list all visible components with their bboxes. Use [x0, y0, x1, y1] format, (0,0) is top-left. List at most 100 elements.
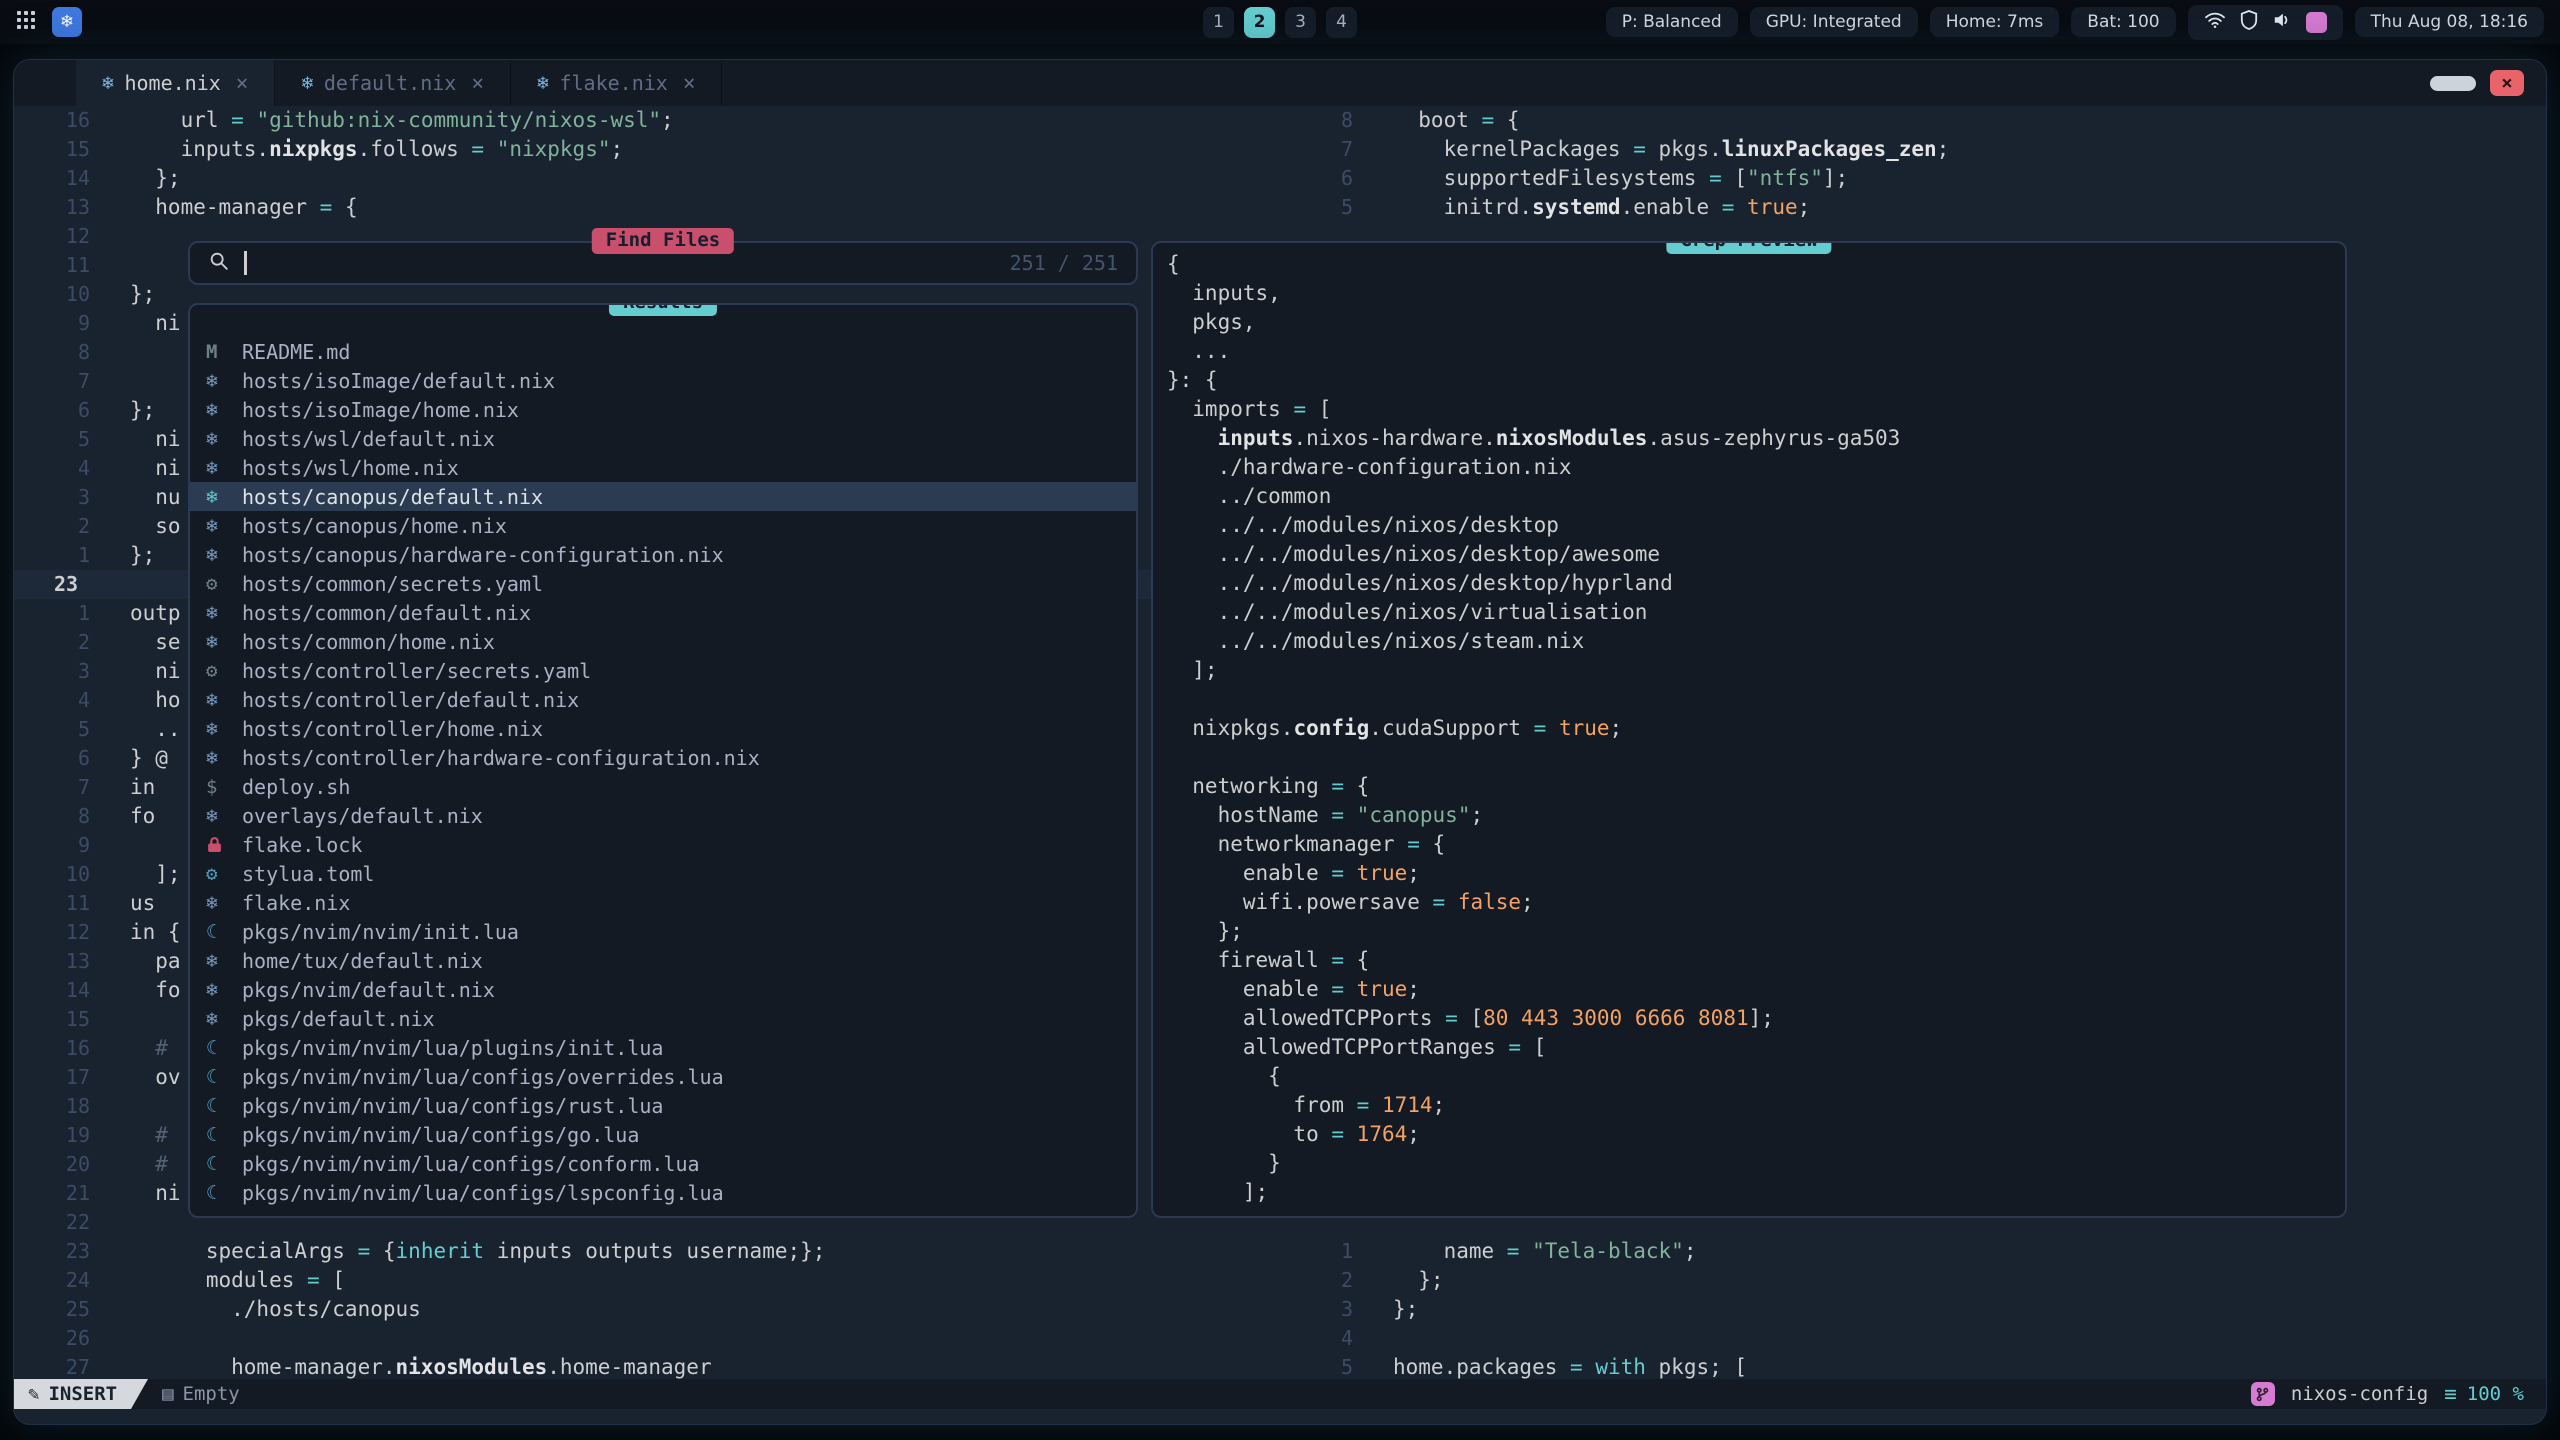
window-close-button[interactable]: × — [2490, 70, 2524, 96]
result-item[interactable]: ❄hosts/controller/default.nix — [190, 685, 1136, 714]
tab-flake.nix[interactable]: ❄flake.nix× — [511, 60, 722, 106]
result-label: hosts/canopus/default.nix — [242, 485, 543, 509]
lua-icon: ☾ — [206, 921, 242, 943]
code-line: 1 name = "Tela-black"; — [1277, 1237, 2542, 1266]
code-line: enable = true; — [1167, 975, 2345, 1004]
code-line — [1167, 685, 2345, 714]
result-item[interactable]: ❄hosts/controller/hardware-configuration… — [190, 743, 1136, 772]
text-cursor — [244, 251, 247, 275]
result-item[interactable]: MREADME.md — [190, 337, 1136, 366]
code-line: 27 home-manager.nixosModules.home-manage… — [14, 1353, 1164, 1379]
code-line: 7 kernelPackages = pkgs.linuxPackages_ze… — [1277, 135, 2542, 164]
battery-module: Bat: 100 — [2071, 7, 2175, 37]
result-item[interactable]: ❄pkgs/nvim/default.nix — [190, 975, 1136, 1004]
result-item[interactable]: ❄flake.nix — [190, 888, 1136, 917]
result-item[interactable]: ☾pkgs/nvim/nvim/lua/configs/go.lua — [190, 1120, 1136, 1149]
code-line: 26 — [14, 1324, 1164, 1353]
result-item[interactable]: ☾pkgs/nvim/nvim/init.lua — [190, 917, 1136, 946]
result-item[interactable]: ☾pkgs/nvim/nvim/lua/configs/conform.lua — [190, 1149, 1136, 1178]
result-item[interactable]: ❄hosts/isoImage/default.nix — [190, 366, 1136, 395]
code-line: enable = true; — [1167, 859, 2345, 888]
toml-icon: ⚙ — [206, 863, 242, 885]
nix-icon: ❄ — [206, 457, 242, 479]
workspace-2[interactable]: 2 — [1244, 7, 1275, 38]
code-line: 5 initrd.systemd.enable = true; — [1277, 193, 2542, 222]
nix-icon: ❄ — [206, 950, 242, 972]
code-line: }; — [1167, 917, 2345, 946]
nix-icon: ❄ — [206, 689, 242, 711]
result-item[interactable]: ❄hosts/common/home.nix — [190, 627, 1136, 656]
code-line: 5home.packages = with pkgs; [ — [1277, 1353, 2542, 1382]
repo-name[interactable]: nixos-config — [2291, 1383, 2428, 1405]
nix-icon: ❄ — [206, 747, 242, 769]
nixos-logo-icon[interactable]: ❄ — [52, 7, 82, 37]
app-tray-icon[interactable] — [2306, 12, 2327, 33]
volume-icon[interactable] — [2272, 11, 2292, 34]
mode-label: INSERT — [48, 1383, 117, 1405]
result-label: pkgs/nvim/nvim/lua/configs/go.lua — [242, 1123, 639, 1147]
workspace-3[interactable]: 3 — [1285, 7, 1316, 38]
result-item[interactable]: ❄hosts/isoImage/home.nix — [190, 395, 1136, 424]
code-line: ]; — [1167, 1178, 2345, 1207]
result-item[interactable]: ❄hosts/common/default.nix — [190, 598, 1136, 627]
result-item[interactable]: ☾pkgs/nvim/nvim/lua/plugins/init.lua — [190, 1033, 1136, 1062]
result-item[interactable]: ❄home/tux/default.nix — [190, 946, 1136, 975]
tab-close-icon[interactable]: × — [683, 71, 696, 95]
window-minimize-button[interactable] — [2430, 76, 2476, 91]
result-label: pkgs/nvim/nvim/lua/configs/overrides.lua — [242, 1065, 724, 1089]
tab-label: flake.nix — [559, 71, 667, 95]
result-item[interactable]: ⚙hosts/common/secrets.yaml — [190, 569, 1136, 598]
result-item[interactable]: ☾pkgs/nvim/nvim/lua/configs/overrides.lu… — [190, 1062, 1136, 1091]
result-label: pkgs/nvim/nvim/init.lua — [242, 920, 519, 944]
code-line: 2 }; — [1277, 1266, 2542, 1295]
code-line: pkgs, — [1167, 308, 2345, 337]
editor-pane-right-bottom[interactable]: 1 name = "Tela-black";2 };3};45home.pack… — [1277, 1237, 2542, 1383]
result-label: hosts/controller/hardware-configuration.… — [242, 746, 760, 770]
result-label: stylua.toml — [242, 862, 374, 886]
find-files-input[interactable]: Find Files 251 / 251 — [188, 241, 1138, 285]
grep-preview-title: Grep Preview — [1666, 241, 1831, 254]
result-item[interactable]: ❄pkgs/default.nix — [190, 1004, 1136, 1033]
result-item[interactable]: ☾pkgs/nvim/nvim/lua/configs/lspconfig.lu… — [190, 1178, 1136, 1207]
tab-close-icon[interactable]: × — [471, 71, 484, 95]
workspace-1[interactable]: 1 — [1203, 7, 1234, 38]
result-item[interactable]: ❄hosts/canopus/hardware-configuration.ni… — [190, 540, 1136, 569]
nix-icon: ❄ — [206, 515, 242, 537]
result-label: pkgs/nvim/nvim/lua/configs/conform.lua — [242, 1152, 700, 1176]
result-item[interactable]: ❄hosts/controller/home.nix — [190, 714, 1136, 743]
tab-close-icon[interactable]: × — [236, 71, 249, 95]
result-item[interactable]: ⚙hosts/controller/secrets.yaml — [190, 656, 1136, 685]
code-line: inputs, — [1167, 279, 2345, 308]
find-files-title: Find Files — [592, 228, 734, 254]
nix-icon: ❄ — [102, 72, 113, 94]
buffer-icon: ▤ — [162, 1383, 173, 1405]
tab-default.nix[interactable]: ❄default.nix× — [275, 60, 511, 106]
workspace-4[interactable]: 4 — [1326, 7, 1357, 38]
terminal-window: ❄home.nix×❄default.nix×❄flake.nix× × 16 … — [14, 60, 2546, 1424]
results-list: MREADME.md❄hosts/isoImage/default.nix❄ho… — [190, 337, 1136, 1207]
shield-icon[interactable] — [2240, 10, 2258, 35]
powerline-separator — [131, 1379, 148, 1409]
editor-pane-right-top[interactable]: 8 boot = {7 kernelPackages = pkgs.linuxP… — [1277, 106, 2542, 226]
results-panel: Results MREADME.md❄hosts/isoImage/defaul… — [188, 303, 1138, 1218]
result-label: overlays/default.nix — [242, 804, 483, 828]
result-item[interactable]: ⚙stylua.toml — [190, 859, 1136, 888]
code-line: ../common — [1167, 482, 2345, 511]
nix-icon: ❄ — [206, 399, 242, 421]
result-item[interactable]: $deploy.sh — [190, 772, 1136, 801]
code-line: nixpkgs.config.cudaSupport = true; — [1167, 714, 2345, 743]
result-item[interactable]: ☾pkgs/nvim/nvim/lua/configs/rust.lua — [190, 1091, 1136, 1120]
percent-label: 100 % — [2467, 1383, 2524, 1405]
result-item[interactable]: ❄hosts/wsl/home.nix — [190, 453, 1136, 482]
code-line: { — [1167, 1062, 2345, 1091]
result-item[interactable]: ❄hosts/canopus/default.nix — [190, 482, 1136, 511]
tab-home.nix[interactable]: ❄home.nix× — [76, 60, 275, 106]
result-item[interactable]: ❄hosts/wsl/default.nix — [190, 424, 1136, 453]
result-item[interactable]: ❄overlays/default.nix — [190, 801, 1136, 830]
result-item[interactable]: ❄hosts/canopus/home.nix — [190, 511, 1136, 540]
code-line: 8 boot = { — [1277, 106, 2542, 135]
wifi-icon[interactable] — [2204, 11, 2226, 34]
apps-grid-icon[interactable] — [16, 10, 36, 35]
result-item[interactable]: flake.lock — [190, 830, 1136, 859]
tab-label: default.nix — [324, 71, 456, 95]
